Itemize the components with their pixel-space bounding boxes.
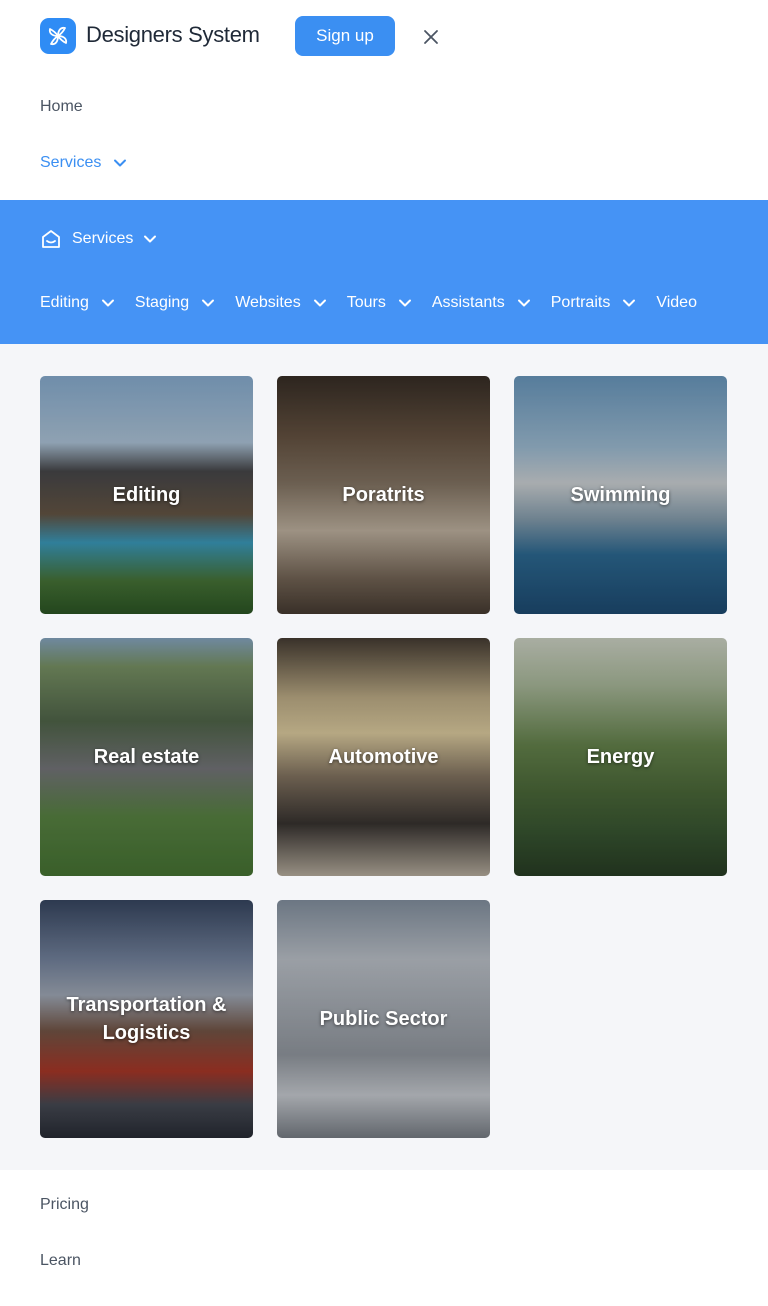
services-subnav: Editing Staging Websites Tours Assistant… <box>40 294 697 312</box>
card-label: Public Sector <box>319 1008 448 1030</box>
card-real-estate[interactable]: Real estate <box>40 638 253 876</box>
chevron-down-icon <box>114 159 127 167</box>
services-panel-label: Services <box>72 230 134 247</box>
card-label: Editing <box>112 484 181 506</box>
services-panel-title[interactable]: Services <box>40 228 157 250</box>
card-label: Swimming <box>570 484 671 506</box>
nav-home-link[interactable]: Home <box>40 98 83 116</box>
services-panel: Services Editing Staging Websites Tours … <box>0 200 768 344</box>
brand-name[interactable]: Designers System <box>86 22 260 48</box>
nav-services-link[interactable]: Services <box>40 154 127 172</box>
card-label: Energy <box>586 746 655 768</box>
signup-button[interactable]: Sign up <box>295 16 395 56</box>
nav-learn-link[interactable]: Learn <box>40 1252 81 1270</box>
card-portraits[interactable]: Poratrits <box>277 376 490 614</box>
home-icon <box>42 230 60 248</box>
card-transportation-logistics[interactable]: Transportation & Logistics <box>40 900 253 1138</box>
chevron-down-icon <box>144 235 157 243</box>
subnav-item-websites[interactable]: Websites <box>235 294 347 312</box>
subnav-label: Assistants <box>431 294 505 311</box>
chevron-down-icon <box>101 296 115 310</box>
nav-pricing-link[interactable]: Pricing <box>40 1196 89 1214</box>
chevron-down-icon <box>313 296 327 310</box>
category-grid: Editing Poratrits Swimming Real estate A… <box>0 344 768 1170</box>
chevron-down-icon <box>201 296 215 310</box>
card-label: Real estate <box>93 746 200 768</box>
subnav-label: Editing <box>40 294 89 311</box>
subnav-item-portraits[interactable]: Portraits <box>551 294 657 312</box>
chevron-down-icon <box>622 296 636 310</box>
card-label: Automotive <box>328 746 439 768</box>
subnav-item-editing[interactable]: Editing <box>40 294 135 312</box>
bottom-nav: Pricing Learn <box>0 1170 768 1306</box>
card-swimming[interactable]: Swimming <box>514 376 727 614</box>
card-automotive[interactable]: Automotive <box>277 638 490 876</box>
subnav-label: Tours <box>346 294 386 311</box>
subnav-item-assistants[interactable]: Assistants <box>432 294 551 312</box>
subnav-item-tours[interactable]: Tours <box>347 294 432 312</box>
subnav-label: Websites <box>235 294 301 311</box>
nav-services-label: Services <box>40 154 102 171</box>
card-energy[interactable]: Energy <box>514 638 727 876</box>
subnav-item-staging[interactable]: Staging <box>135 294 235 312</box>
subnav-label: Video <box>656 294 697 311</box>
close-icon[interactable] <box>418 24 444 50</box>
card-editing[interactable]: Editing <box>40 376 253 614</box>
subnav-label: Staging <box>134 294 190 311</box>
header: Designers System Sign up <box>0 0 768 72</box>
chevron-down-icon <box>398 296 412 310</box>
card-public-sector[interactable]: Public Sector <box>277 900 490 1138</box>
card-label: Poratrits <box>342 484 425 506</box>
pinwheel-logo-icon[interactable] <box>40 18 76 54</box>
chevron-down-icon <box>517 296 531 310</box>
card-label: Transportation & Logistics <box>66 994 227 1044</box>
subnav-item-video[interactable]: Video <box>656 294 697 312</box>
subnav-label: Portraits <box>550 294 611 311</box>
